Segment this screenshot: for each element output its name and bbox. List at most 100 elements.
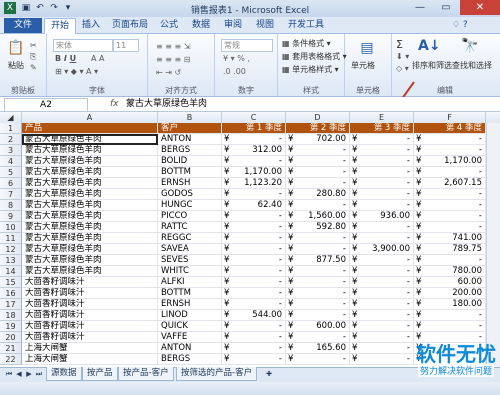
currency-cell[interactable]: ¥ -: [286, 288, 350, 299]
table-cell[interactable]: 大茴香籽调味汁: [22, 277, 158, 288]
table-cell[interactable]: 大茴香籽调味汁: [22, 288, 158, 299]
column-header-f[interactable]: F: [414, 112, 486, 123]
column-header-e[interactable]: E: [350, 112, 414, 123]
table-cell[interactable]: BERGS: [158, 354, 222, 365]
row-header[interactable]: 19: [0, 321, 22, 332]
currency-cell[interactable]: ¥ -: [286, 178, 350, 189]
tab-file[interactable]: 文件: [4, 18, 42, 33]
currency-cell[interactable]: ¥ -: [286, 156, 350, 167]
alignment-buttons[interactable]: ≡ ≡ ≡ ⇲ ≡ ≡ ≡ ⊟ ⇤ ⇥ ↺: [156, 40, 190, 79]
currency-cell[interactable]: ¥ -: [222, 233, 286, 244]
table-cell[interactable]: 蒙古大草原绿色羊肉: [22, 156, 158, 167]
row-header[interactable]: 10: [0, 222, 22, 233]
currency-cell[interactable]: ¥ -: [350, 255, 414, 266]
currency-cell[interactable]: ¥ -: [350, 288, 414, 299]
currency-cell[interactable]: ¥ -: [350, 332, 414, 343]
table-cell[interactable]: 蒙古大草原绿色羊肉: [22, 178, 158, 189]
column-header-a[interactable]: A: [22, 112, 158, 123]
table-cell[interactable]: WHITC: [158, 266, 222, 277]
tab-home[interactable]: 开始: [44, 18, 76, 34]
currency-cell[interactable]: ¥780.00: [414, 266, 486, 277]
font-size-select[interactable]: 11: [113, 39, 139, 52]
table-cell[interactable]: 蒙古大草原绿色羊肉: [22, 200, 158, 211]
column-header-c[interactable]: C: [222, 112, 286, 123]
table-cell[interactable]: 上海大闸蟹: [22, 343, 158, 354]
currency-cell[interactable]: ¥ -: [286, 277, 350, 288]
currency-cell[interactable]: ¥ -: [222, 321, 286, 332]
currency-cell[interactable]: ¥ -: [222, 343, 286, 354]
column-header-d[interactable]: D: [286, 112, 350, 123]
currency-cell[interactable]: ¥165.60: [286, 343, 350, 354]
sheet-tab-by-product[interactable]: 按产品: [82, 367, 118, 381]
row-header[interactable]: 13: [0, 255, 22, 266]
currency-cell[interactable]: ¥ -: [286, 299, 350, 310]
table-cell[interactable]: BOTTM: [158, 288, 222, 299]
currency-cell[interactable]: ¥180.00: [414, 299, 486, 310]
cell-styles-button[interactable]: ▦ 单元格样式 ▾: [282, 64, 339, 75]
header-cell[interactable]: 客户: [158, 123, 222, 134]
currency-cell[interactable]: ¥ -: [350, 200, 414, 211]
currency-cell[interactable]: ¥ -: [350, 189, 414, 200]
currency-cell[interactable]: ¥ -: [350, 343, 414, 354]
paste-icon[interactable]: 📋: [6, 40, 26, 56]
sheet-tab-by-product-customer[interactable]: 按产品-客户: [118, 367, 174, 381]
table-cell[interactable]: 蒙古大草原绿色羊肉: [22, 167, 158, 178]
fill-icon[interactable]: ⬇ ▾: [396, 52, 409, 61]
sort-filter-icon[interactable]: A↓: [418, 38, 441, 54]
row-header[interactable]: 5: [0, 167, 22, 178]
header-cell[interactable]: 第 2 季度: [286, 123, 350, 134]
row-header[interactable]: 15: [0, 277, 22, 288]
currency-cell[interactable]: ¥ -: [350, 222, 414, 233]
currency-cell[interactable]: ¥ -: [222, 211, 286, 222]
row-header[interactable]: 6: [0, 178, 22, 189]
table-cell[interactable]: 蒙古大草原绿色羊肉: [22, 244, 158, 255]
currency-cell[interactable]: ¥ -: [222, 277, 286, 288]
tab-view[interactable]: 视图: [252, 18, 278, 33]
currency-cell[interactable]: ¥ -: [286, 354, 350, 365]
currency-percent-buttons[interactable]: ¥ ▾ % ,: [223, 54, 250, 63]
currency-cell[interactable]: ¥ -: [350, 156, 414, 167]
currency-cell[interactable]: ¥1,170.00: [414, 156, 486, 167]
table-cell[interactable]: REGGC: [158, 233, 222, 244]
table-cell[interactable]: 蒙古大草原绿色羊肉: [22, 145, 158, 156]
currency-cell[interactable]: ¥ -: [286, 244, 350, 255]
table-cell[interactable]: HUNGC: [158, 200, 222, 211]
sort-filter-label[interactable]: 排序和筛选: [412, 60, 452, 71]
cells-icon[interactable]: ▤: [357, 40, 377, 56]
sheet-tab-filtered-product-customer[interactable]: 按筛选的产品-客户: [176, 367, 258, 381]
currency-cell[interactable]: ¥ -: [350, 145, 414, 156]
select-all-corner[interactable]: ◢: [0, 112, 22, 123]
table-cell[interactable]: 蒙古大草原绿色羊肉: [22, 211, 158, 222]
table-cell[interactable]: 大茴香籽调味汁: [22, 332, 158, 343]
bold-italic-underline-buttons[interactable]: B I U: [55, 54, 76, 63]
active-cell-a2[interactable]: 蒙古大草原绿色羊肉: [22, 134, 158, 145]
currency-cell[interactable]: ¥ -: [414, 145, 486, 156]
currency-cell[interactable]: ¥ -: [350, 277, 414, 288]
currency-cell[interactable]: ¥ -: [414, 255, 486, 266]
header-cell[interactable]: 产品: [22, 123, 158, 134]
table-cell[interactable]: ERNSH: [158, 178, 222, 189]
currency-cell[interactable]: ¥ -: [350, 233, 414, 244]
table-cell[interactable]: ERNSH: [158, 299, 222, 310]
currency-cell[interactable]: ¥312.00: [222, 145, 286, 156]
table-cell[interactable]: BOTTM: [158, 167, 222, 178]
cells-button-label[interactable]: 单元格: [351, 60, 375, 71]
insert-function-button[interactable]: fx: [110, 97, 119, 111]
find-select-label[interactable]: 查找和选择: [452, 60, 492, 71]
currency-cell[interactable]: ¥ -: [350, 310, 414, 321]
header-cell[interactable]: 第 1 季度: [222, 123, 286, 134]
currency-cell[interactable]: ¥702.00: [286, 134, 350, 145]
row-header[interactable]: 16: [0, 288, 22, 299]
table-cell[interactable]: BERGS: [158, 145, 222, 156]
currency-cell[interactable]: ¥ -: [350, 354, 414, 365]
currency-cell[interactable]: ¥ -: [222, 354, 286, 365]
format-as-table-button[interactable]: ▦ 套用表格格式 ▾: [282, 51, 347, 62]
number-format-select[interactable]: 常规: [221, 39, 273, 52]
currency-cell[interactable]: ¥62.40: [222, 200, 286, 211]
tab-insert[interactable]: 插入: [78, 18, 104, 33]
last-sheet-icon[interactable]: ⏭: [34, 369, 44, 379]
header-cell[interactable]: 第 3 季度: [350, 123, 414, 134]
currency-cell[interactable]: ¥936.00: [350, 211, 414, 222]
currency-cell[interactable]: ¥ -: [222, 222, 286, 233]
row-header[interactable]: 1: [0, 123, 22, 134]
